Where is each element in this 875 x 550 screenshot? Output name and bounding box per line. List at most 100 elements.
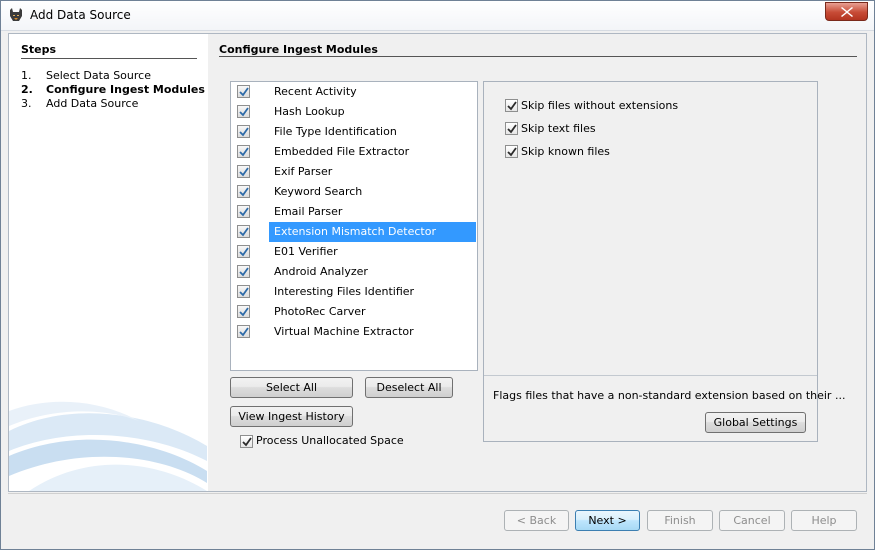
module-label-cell[interactable]: Interesting Files Identifier (269, 282, 476, 302)
checkmark-icon (239, 247, 249, 257)
steps-divider (21, 58, 197, 59)
skip-known-files-checkbox[interactable] (505, 145, 518, 158)
module-checkbox[interactable] (237, 205, 250, 218)
view-ingest-history-button[interactable]: View Ingest History (230, 406, 353, 427)
module-label-cell[interactable]: Extension Mismatch Detector (269, 222, 476, 242)
module-checkbox[interactable] (237, 105, 250, 118)
module-label: Android Analyzer (274, 265, 368, 278)
module-row[interactable]: Android Analyzer (232, 262, 476, 282)
step-number: 1. (21, 69, 32, 82)
module-row[interactable]: Email Parser (232, 202, 476, 222)
module-checkbox[interactable] (237, 225, 250, 238)
module-row[interactable]: Keyword Search (232, 182, 476, 202)
step-number: 2. (21, 83, 33, 96)
module-settings-panel: Skip files without extensions Skip text … (483, 81, 845, 442)
module-row[interactable]: Exif Parser (232, 162, 476, 182)
close-icon (841, 7, 853, 17)
step-2: 2. Configure Ingest Modules (21, 83, 205, 96)
autopsy-dog-icon (10, 8, 22, 21)
module-label: Hash Lookup (274, 105, 345, 118)
checkmark-icon (239, 187, 249, 197)
option-label: Skip files without extensions (521, 99, 679, 112)
close-button[interactable] (825, 2, 868, 21)
module-description: Flags files that have a non-standard ext… (493, 389, 846, 402)
module-label-cell[interactable]: Exif Parser (269, 162, 476, 182)
cancel-button[interactable]: Cancel (719, 510, 785, 531)
module-row[interactable]: Virtual Machine Extractor (232, 322, 476, 342)
finish-button[interactable]: Finish (647, 510, 713, 531)
module-label: File Type Identification (274, 125, 397, 138)
configure-panel: Configure Ingest Modules Recent Activity… (208, 34, 866, 491)
process-unallocated-checkbox[interactable] (240, 435, 253, 448)
module-label-cell[interactable]: Keyword Search (269, 182, 476, 202)
option-label: Skip text files (521, 122, 596, 135)
module-label-cell[interactable]: Android Analyzer (269, 262, 476, 282)
module-row[interactable]: Embedded File Extractor (232, 142, 476, 162)
add-data-source-window: Add Data Source Steps 1. Select Data Sour… (0, 0, 875, 550)
module-checkbox[interactable] (237, 85, 250, 98)
skip-text-files-checkbox[interactable] (505, 122, 518, 135)
module-label-cell[interactable]: Embedded File Extractor (269, 142, 476, 162)
module-checkbox[interactable] (237, 125, 250, 138)
panel-title: Configure Ingest Modules (219, 43, 378, 56)
process-unallocated-label: Process Unallocated Space (256, 434, 404, 447)
checkmark-icon (239, 167, 249, 177)
module-label-cell[interactable]: File Type Identification (269, 122, 476, 142)
next-button[interactable]: Next > (575, 510, 640, 531)
deselect-all-button[interactable]: Deselect All (365, 377, 453, 398)
checkmark-icon (239, 227, 249, 237)
module-checkbox[interactable] (237, 145, 250, 158)
steps-title: Steps (21, 43, 57, 56)
back-button[interactable]: < Back (504, 510, 569, 531)
skip-no-extension-checkbox[interactable] (505, 99, 518, 112)
checkmark-icon (239, 307, 249, 317)
module-checkbox[interactable] (237, 285, 250, 298)
checkmark-icon (239, 287, 249, 297)
module-row[interactable]: PhotoRec Carver (232, 302, 476, 322)
title-bar[interactable]: Add Data Source (1, 1, 874, 31)
module-row-selected[interactable]: Extension Mismatch Detector (232, 222, 476, 242)
checkmark-icon (239, 87, 249, 97)
module-label-cell[interactable]: PhotoRec Carver (269, 302, 476, 322)
module-label-cell[interactable]: E01 Verifier (269, 242, 476, 262)
checkmark-icon (239, 267, 249, 277)
module-checkbox[interactable] (237, 305, 250, 318)
module-checkbox[interactable] (237, 165, 250, 178)
panel-divider (219, 56, 857, 57)
checkmark-icon (239, 327, 249, 337)
step-label: Add Data Source (46, 97, 139, 110)
module-label: Keyword Search (274, 185, 363, 198)
module-checkbox[interactable] (237, 245, 250, 258)
module-label: Exif Parser (274, 165, 333, 178)
module-row[interactable]: E01 Verifier (232, 242, 476, 262)
footer-divider (8, 493, 867, 494)
module-label: E01 Verifier (274, 245, 338, 258)
ingest-module-list[interactable]: Recent Activity Hash Lookup File Type Id… (230, 81, 478, 371)
module-checkbox[interactable] (237, 325, 250, 338)
module-checkbox[interactable] (237, 185, 250, 198)
step-label: Select Data Source (46, 69, 151, 82)
module-checkbox[interactable] (237, 265, 250, 278)
help-button[interactable]: Help (791, 510, 857, 531)
global-settings-button[interactable]: Global Settings (705, 412, 806, 433)
checkmark-icon (507, 147, 517, 157)
module-label: Interesting Files Identifier (274, 285, 415, 298)
module-row[interactable]: File Type Identification (232, 122, 476, 142)
module-label-cell[interactable]: Virtual Machine Extractor (269, 322, 476, 342)
step-3: 3. Add Data Source (21, 97, 138, 110)
module-row[interactable]: Recent Activity (232, 82, 476, 102)
module-row[interactable]: Interesting Files Identifier (232, 282, 476, 302)
checkmark-icon (239, 107, 249, 117)
module-label: Email Parser (274, 205, 343, 218)
module-row[interactable]: Hash Lookup (232, 102, 476, 122)
settings-divider (484, 375, 817, 376)
module-label-cell[interactable]: Recent Activity (269, 82, 476, 102)
checkmark-icon (507, 101, 517, 111)
decorative-swoosh (9, 401, 207, 491)
module-label-cell[interactable]: Hash Lookup (269, 102, 476, 122)
steps-panel: Steps 1. Select Data Source 2. Configure I… (9, 34, 207, 491)
select-all-button[interactable]: Select All (230, 377, 353, 398)
checkmark-icon (507, 124, 517, 134)
module-label: Extension Mismatch Detector (274, 225, 436, 238)
module-label-cell[interactable]: Email Parser (269, 202, 476, 222)
